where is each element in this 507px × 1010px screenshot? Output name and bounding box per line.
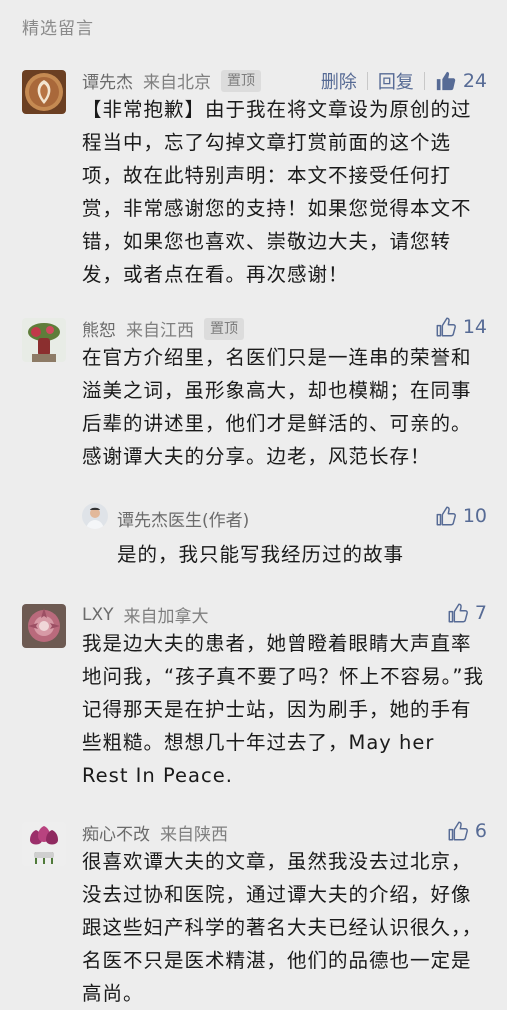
comment-item: LXY 来自加拿大 7 我是边大夫的患者，她曾瞪着眼睛大声直率地问我，“孩子真不… (0, 596, 507, 796)
comment-meta: 谭先杰 来自北京 置顶 (82, 68, 261, 93)
like-button[interactable]: 7 (447, 602, 487, 624)
action-divider (423, 72, 425, 90)
comment-actions: 7 (447, 602, 487, 624)
section-title: 精选留言 (22, 19, 94, 39)
commenter-name[interactable]: LXY (82, 605, 114, 625)
delete-button[interactable]: 删除 (321, 68, 357, 94)
thumbs-up-icon (447, 820, 469, 842)
like-button[interactable]: 24 (435, 70, 487, 92)
reply-author-name[interactable]: 谭先杰医生(作者) (117, 506, 249, 531)
comment-item: 谭先杰 来自北京 置顶 删除 回复 24 【非常抱歉】由于我在将文章设为原创的过… (0, 60, 507, 290)
commenter-name[interactable]: 谭先杰 (82, 68, 133, 93)
like-count: 24 (462, 70, 487, 92)
like-count: 10 (462, 505, 487, 527)
pinned-badge: 置顶 (221, 69, 261, 92)
thumbs-up-icon (447, 602, 469, 624)
author-avatar[interactable] (82, 503, 108, 529)
commenter-location: 来自北京 (143, 73, 211, 93)
latte-art-avatar[interactable] (22, 70, 66, 114)
reply-like-button[interactable]: 10 (435, 505, 487, 527)
comment-text: 我是边大夫的患者，她曾瞪着眼睛大声直率地问我，“孩子真不要了吗？怀上不容易。”我… (82, 632, 484, 787)
comment-text: 在官方介绍里，名医们只是一连串的荣誉和溢美之词，虽形象高大，却也模糊；在同事后辈… (82, 346, 472, 468)
comment-actions: 14 (435, 316, 487, 338)
comment-text: 【非常抱歉】由于我在将文章设为原创的过程当中，忘了勾掉文章打赏前面的这个选项，故… (82, 98, 472, 286)
tulip-avatar[interactable] (22, 822, 66, 866)
thumbs-up-filled-icon (435, 70, 457, 92)
comment-text: 很喜欢谭大夫的文章，虽然我没去过北京，没去过协和医院，通过谭大夫的介绍，好像跟这… (82, 850, 483, 1005)
comment-meta: 熊恕 来自江西 置顶 (82, 316, 244, 341)
comment-actions: 6 (447, 820, 487, 842)
commenter-name[interactable]: 痴心不改 (82, 820, 150, 845)
like-count: 14 (462, 316, 487, 338)
thumbs-up-icon (435, 505, 457, 527)
like-count: 6 (474, 820, 487, 842)
reply-actions: 10 (435, 505, 487, 527)
commenter-location: 来自加拿大 (123, 607, 209, 627)
protea-avatar[interactable] (22, 604, 66, 648)
flower-avatar[interactable] (22, 318, 66, 362)
like-button[interactable]: 6 (447, 820, 487, 842)
comment-item: 痴心不改 来自陕西 6 很喜欢谭大夫的文章，虽然我没去过北京，没去过协和医院，通… (0, 814, 507, 1005)
commenter-location: 来自陕西 (160, 825, 228, 845)
comment-meta: 痴心不改 来自陕西 (82, 820, 228, 845)
comment-meta: LXY 来自加拿大 (82, 602, 209, 628)
like-count: 7 (474, 602, 487, 624)
commenter-location: 来自江西 (126, 321, 194, 341)
pinned-badge: 置顶 (204, 317, 244, 340)
thumbs-up-icon (435, 316, 457, 338)
action-divider (366, 72, 368, 90)
like-button[interactable]: 14 (435, 316, 487, 338)
comment-actions: 删除 回复 24 (321, 68, 487, 94)
reply-text: 是的，我只能写我经历过的故事 (117, 543, 405, 566)
reply-button[interactable]: 回复 (378, 68, 414, 94)
commenter-name[interactable]: 熊恕 (82, 316, 116, 341)
comment-item: 熊恕 来自江西 置顶 14 在官方介绍里，名医们只是一连串的荣誉和溢美之词，虽形… (0, 308, 507, 578)
